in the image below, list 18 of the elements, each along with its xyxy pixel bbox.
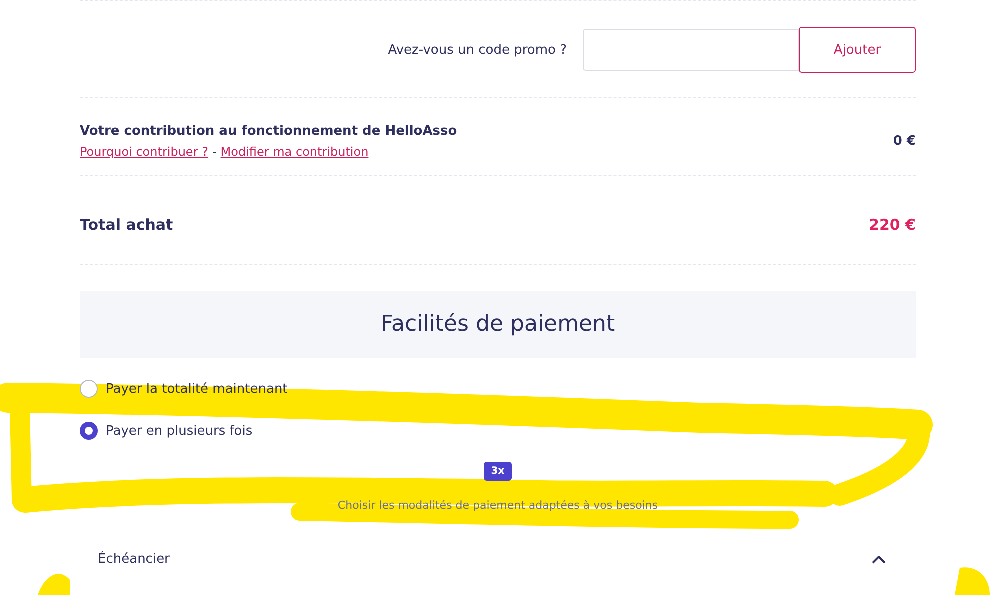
edit-contribution-link[interactable]: Modifier ma contribution <box>220 145 369 159</box>
payment-header: Facilités de paiement <box>80 291 916 358</box>
promo-label: Avez-vous un code promo ? <box>388 42 567 58</box>
add-button[interactable]: Ajouter <box>799 27 916 73</box>
installments-badge[interactable]: 3x <box>484 462 512 481</box>
option-label[interactable]: Payer en plusieurs fois <box>106 424 253 438</box>
total-label: Total achat <box>80 216 174 234</box>
contribution-amount: 0 € <box>893 134 916 149</box>
promo-code-field[interactable] <box>583 29 799 71</box>
why-contribute-link[interactable]: Pourquoi contribuer ? <box>80 145 208 159</box>
total-amount: 220 € <box>869 216 916 234</box>
chevron-icon[interactable] <box>872 556 886 564</box>
radio-button[interactable] <box>80 380 98 398</box>
radio-button[interactable] <box>80 422 98 440</box>
schedule-label[interactable]: Échéancier <box>98 552 170 567</box>
highlight-drawing <box>955 566 992 595</box>
contribution-title: Votre contribution au fonctionnement de HelloAsso <box>80 124 458 139</box>
link-separator: - <box>212 145 217 159</box>
